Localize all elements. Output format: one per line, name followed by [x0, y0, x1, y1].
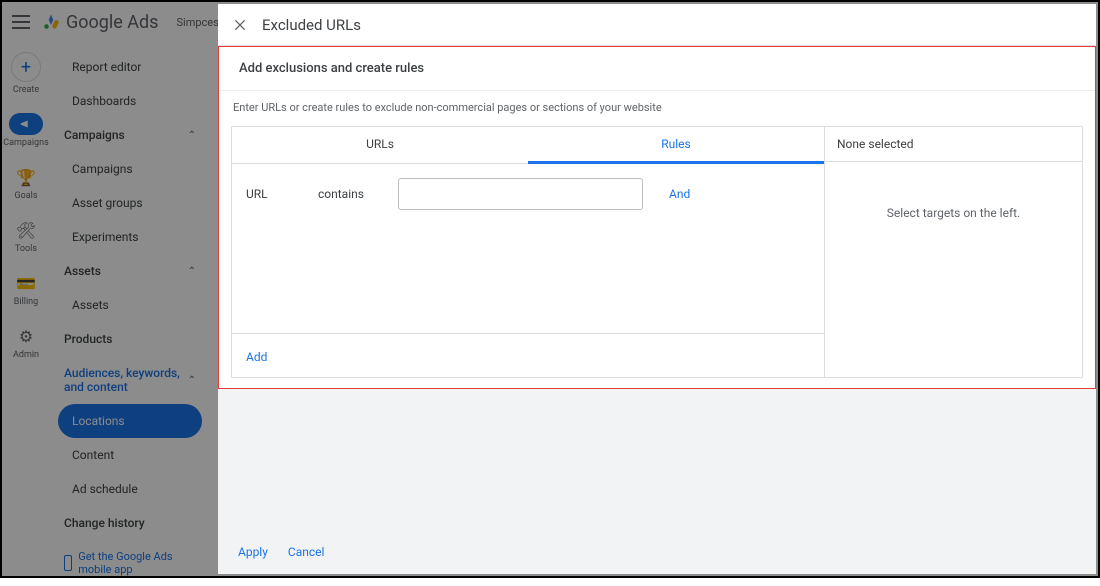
close-icon[interactable] — [232, 17, 248, 33]
selection-count: None selected — [825, 127, 1082, 162]
selection-empty-prompt: Select targets on the left. — [825, 162, 1082, 377]
rule-field-label[interactable]: URL — [246, 187, 298, 201]
cancel-button[interactable]: Cancel — [288, 545, 325, 559]
tab-urls[interactable]: URLs — [232, 127, 528, 163]
tab-rules[interactable]: Rules — [528, 127, 824, 164]
card-section-title: Add exclusions and create rules — [219, 47, 1095, 91]
rule-row: URL contains And — [246, 178, 810, 210]
card-hint: Enter URLs or create rules to exclude no… — [219, 91, 1095, 126]
rule-value-input[interactable] — [398, 178, 643, 210]
rule-and-button[interactable]: And — [663, 187, 696, 201]
add-rule-button[interactable]: Add — [246, 350, 267, 364]
excluded-urls-panel: Excluded URLs Add exclusions and create … — [218, 4, 1096, 574]
exclusions-card: Add exclusions and create rules Enter UR… — [218, 46, 1096, 389]
rule-operator-label[interactable]: contains — [318, 187, 378, 201]
apply-button[interactable]: Apply — [238, 545, 268, 559]
panel-title: Excluded URLs — [262, 16, 361, 34]
